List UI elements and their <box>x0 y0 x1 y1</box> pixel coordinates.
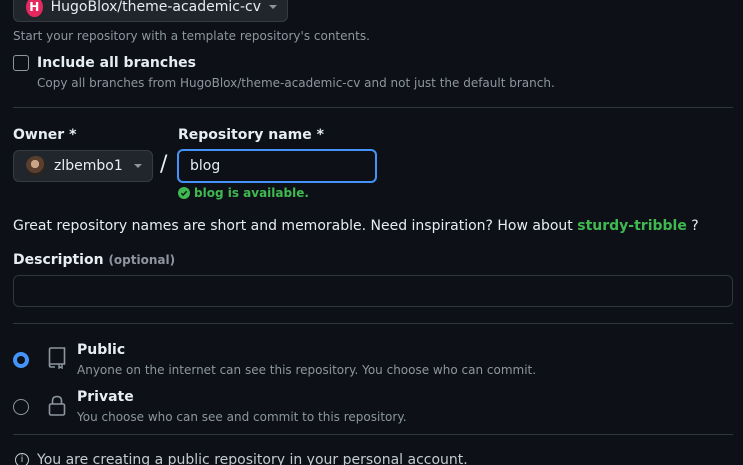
suggestion-prefix: Great repository names are short and mem… <box>13 218 573 234</box>
public-label[interactable]: Public <box>77 342 125 358</box>
lock-icon <box>48 395 66 416</box>
include-branches-help-text: Copy all branches from HugoBlox/theme-ac… <box>37 76 555 90</box>
description-label-text: Description <box>13 252 104 268</box>
name-suggestion: Great repository names are short and mem… <box>13 218 699 234</box>
check-circle-icon <box>178 187 190 199</box>
description-optional-text: (optional) <box>108 253 176 267</box>
avatar <box>26 156 46 176</box>
account-info-text: You are creating a public repository in … <box>37 452 468 465</box>
section-divider <box>13 323 733 324</box>
private-radio[interactable] <box>13 399 29 415</box>
public-radio[interactable] <box>13 352 29 368</box>
availability-status: blog is available. <box>178 186 309 200</box>
template-help-text: Start your repository with a template re… <box>13 29 370 43</box>
include-branches-checkbox[interactable] <box>13 55 29 71</box>
include-branches-label[interactable]: Include all branches <box>37 55 196 71</box>
suggested-name-link[interactable]: sturdy-tribble <box>577 218 687 234</box>
owner-repo-separator: / <box>160 152 168 177</box>
repository-name-label: Repository name * <box>178 127 324 143</box>
repository-name-input[interactable] <box>177 149 377 183</box>
private-label[interactable]: Private <box>77 389 134 405</box>
template-select-label: HugoBlox/theme-academic-cv <box>50 0 261 15</box>
description-label: Description (optional) <box>13 252 175 268</box>
repo-icon <box>48 347 66 369</box>
template-select[interactable]: H HugoBlox/theme-academic-cv <box>13 0 288 22</box>
section-divider <box>13 107 733 108</box>
hugoblox-logo-icon: H <box>26 0 43 17</box>
suggestion-suffix: ? <box>691 218 699 234</box>
private-help-text: You choose who can see and commit to thi… <box>77 410 407 424</box>
availability-text: blog is available. <box>194 186 309 200</box>
chevron-down-icon <box>269 5 277 9</box>
section-divider <box>13 434 733 435</box>
public-help-text: Anyone on the internet can see this repo… <box>77 363 537 377</box>
owner-select[interactable]: zlbembo1 <box>13 150 153 182</box>
owner-label: Owner * <box>13 127 77 143</box>
owner-select-value: zlbembo1 <box>54 158 123 174</box>
info-icon: i <box>15 453 29 465</box>
description-input[interactable] <box>13 275 733 307</box>
chevron-down-icon <box>134 164 142 168</box>
account-info-note: i You are creating a public repository i… <box>15 452 468 465</box>
new-repository-form: H HugoBlox/theme-academic-cv Start your … <box>0 0 743 465</box>
